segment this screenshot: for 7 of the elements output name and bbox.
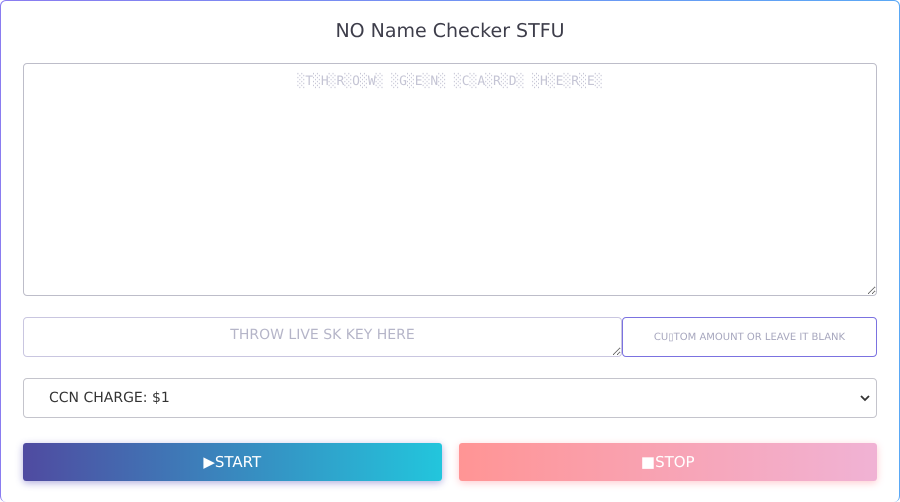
- cards-input-field[interactable]: ░T░H░R░O░W░ ░G░E░N░ ░C░A░R░D░ ░H░E░R░E░: [23, 63, 877, 296]
- start-button[interactable]: ▶START: [23, 443, 442, 481]
- chevron-down-icon: [860, 394, 870, 402]
- amount-field[interactable]: CU▯TOM AMOUNT OR LEAVE IT BLANK: [622, 317, 877, 357]
- charge-select[interactable]: CCN CHARGE: $1: [23, 378, 877, 418]
- sk-key-field[interactable]: THROW LIVE SK KEY HERE: [23, 317, 622, 357]
- page-title: NO Name Checker STFU: [335, 20, 565, 42]
